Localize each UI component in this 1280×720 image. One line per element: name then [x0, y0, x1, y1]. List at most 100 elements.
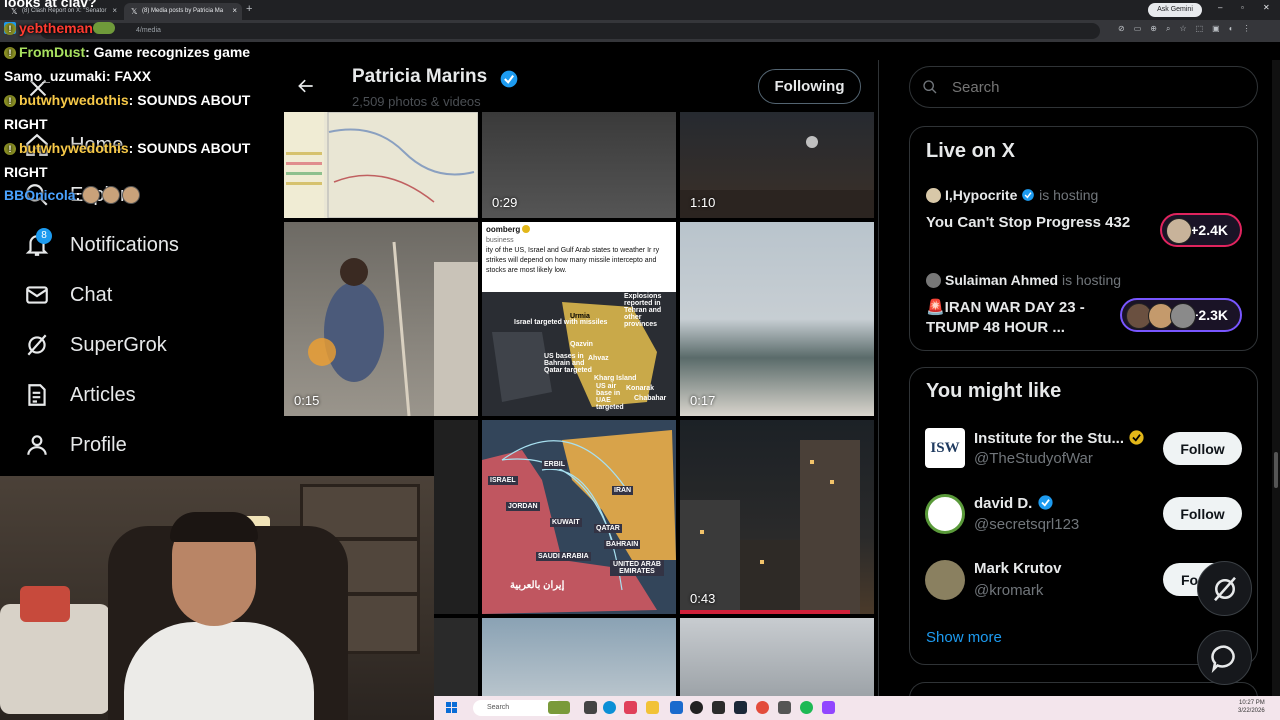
browser-tab-bar: 𝕏 (8) Clash Report on X: "Senator × 𝕏 (8… — [0, 0, 1280, 20]
follow-button[interactable]: Follow — [1163, 497, 1242, 530]
following-button[interactable]: Following — [758, 69, 861, 104]
minimize-icon[interactable]: – — [1218, 3, 1222, 12]
notification-count-badge: 8 — [36, 228, 52, 244]
space-host-line[interactable]: Sulaiman Ahmed is hosting — [926, 272, 1121, 288]
media-tile[interactable] — [482, 618, 676, 696]
chat-username: yebtheman — [19, 20, 93, 36]
map-label: US air base in UAE targeted — [596, 383, 624, 411]
chat-bubble-icon — [1210, 644, 1235, 673]
grok-fab[interactable] — [1197, 561, 1252, 616]
space-listener-pill[interactable]: +2.4K — [1160, 213, 1242, 247]
media-tile[interactable] — [434, 618, 478, 696]
street-scene-thumbnail — [308, 241, 478, 416]
nav-item-chat[interactable]: Chat — [24, 278, 112, 312]
windows-start-icon[interactable] — [446, 702, 458, 714]
media-tile[interactable]: ERBIL ISRAEL JORDAN KUWAIT QATAR IRAN BA… — [482, 420, 676, 614]
taskbar-app-icon[interactable] — [670, 701, 683, 714]
show-more-link[interactable]: Show more — [926, 629, 1002, 646]
folder-icon[interactable] — [646, 701, 659, 714]
nav-item-notifications[interactable]: 8 Notifications — [24, 228, 179, 262]
verified-badge-icon — [500, 70, 518, 88]
steam-icon[interactable] — [734, 701, 747, 714]
article-icon — [28, 384, 46, 406]
map-label: ERBIL — [542, 460, 567, 469]
media-tile[interactable]: 0:43 — [680, 420, 874, 614]
video-duration: 0:29 — [492, 195, 518, 210]
webcam-overlay — [0, 476, 434, 720]
account-avatar[interactable]: ISW — [925, 428, 965, 468]
account-name[interactable]: david D. — [974, 494, 1054, 512]
space-host-line[interactable]: I,Hypocrite is hosting — [926, 187, 1098, 203]
taskbar-app-icon[interactable] — [584, 701, 597, 714]
taskbar-app-icon[interactable] — [822, 701, 835, 714]
map-label: ISRAEL — [488, 476, 518, 485]
account-name-text: david D. — [974, 495, 1033, 512]
browser-tab-active[interactable]: 𝕏 (8) Media posts by Patricia Ma × — [124, 3, 242, 20]
media-tile[interactable] — [680, 618, 874, 696]
spotify-icon[interactable] — [800, 701, 813, 714]
column-divider — [878, 60, 879, 696]
nav-label: Profile — [70, 433, 127, 456]
taskbar-app-icon[interactable] — [778, 701, 791, 714]
page-scrollbar[interactable] — [1272, 60, 1280, 696]
space-title[interactable]: 🚨IRAN WAR DAY 23 - TRUMP 48 HOUR ... — [926, 298, 1085, 338]
space-listener-pill[interactable]: +2.3K — [1120, 298, 1242, 332]
back-arrow-icon[interactable] — [296, 76, 316, 96]
taskbar-app-icon[interactable] — [624, 701, 637, 714]
face-emote-icon — [102, 186, 121, 204]
messages-fab[interactable] — [1197, 630, 1252, 685]
chat-username: butwhywedothis — [19, 140, 129, 156]
video-duration: 0:43 — [690, 591, 716, 606]
nav-item-supergrok[interactable]: SuperGrok — [24, 328, 167, 362]
new-tab-icon[interactable]: + — [246, 3, 252, 15]
extension-icons[interactable]: ⊘▭⊕⌕☆⬚▣◐⋮ — [1118, 24, 1260, 34]
account-avatar[interactable] — [925, 560, 965, 600]
close-window-icon[interactable]: ✕ — [1263, 3, 1270, 12]
account-avatar[interactable] — [925, 494, 965, 534]
taskbar-app-icon[interactable] — [712, 701, 725, 714]
map-label: KUWAIT — [550, 518, 582, 527]
edge-icon[interactable] — [603, 701, 616, 714]
close-icon[interactable]: × — [112, 6, 117, 15]
ask-gemini-button[interactable]: Ask Gemini — [1148, 3, 1202, 17]
chat-text: SOUNDS ABOUT — [133, 92, 251, 108]
map-thumbnail — [284, 112, 478, 218]
streamer-hoodie — [124, 622, 314, 720]
space-title[interactable]: You Can't Stop Progress 432 — [926, 213, 1130, 233]
media-tile[interactable] — [284, 112, 478, 218]
maximize-icon[interactable]: ▫ — [1241, 3, 1244, 12]
chrome-icon[interactable] — [756, 701, 769, 714]
close-icon[interactable]: × — [232, 6, 237, 15]
nav-label: Notifications — [70, 233, 179, 256]
nav-item-articles[interactable]: Articles — [24, 378, 136, 412]
verified-badge-icon — [522, 225, 531, 233]
media-tile[interactable]: 0:15 — [284, 222, 478, 416]
account-name[interactable]: Mark Krutov — [974, 560, 1062, 577]
media-tile[interactable]: 1:10 — [680, 112, 874, 218]
verified-badge-icon — [1022, 189, 1035, 201]
search-input[interactable] — [909, 66, 1258, 108]
taskbar-app-icon[interactable] — [548, 701, 570, 714]
account-name[interactable]: Institute for the Stu... — [974, 429, 1145, 447]
gold-verified-badge-icon — [1129, 430, 1144, 445]
taskbar-clock[interactable]: 10:27 PM 3/22/2026 — [1238, 699, 1265, 715]
media-tile[interactable]: 0:29 — [482, 112, 676, 218]
media-tile[interactable]: 0:17 — [680, 222, 874, 416]
media-tile[interactable] — [434, 420, 478, 614]
url-field[interactable]: 4/media — [40, 23, 1100, 39]
map-label: Chabahar — [634, 395, 667, 402]
chat-message: ! yebtheman — [4, 20, 115, 36]
scrollbar-thumb[interactable] — [1274, 452, 1278, 488]
chat-username: Samo_uzumaki — [4, 68, 106, 84]
map-label: IRAN — [612, 486, 634, 495]
taskbar-app-icon[interactable] — [690, 701, 703, 714]
nav-item-profile[interactable]: Profile — [24, 428, 127, 462]
listener-avatar — [1166, 218, 1192, 244]
map-footer-text: إيران بالعربية — [510, 580, 565, 591]
chat-badge-icon: ! — [4, 23, 16, 35]
map-label: BAHRAIN — [604, 540, 641, 549]
map-label: US bases in Bahrain and Qatar targeted — [544, 353, 592, 374]
media-tile[interactable]: oomberg business ity of the US, Israel a… — [482, 222, 676, 416]
hosting-text: is hosting — [1039, 187, 1099, 203]
follow-button[interactable]: Follow — [1163, 432, 1242, 465]
